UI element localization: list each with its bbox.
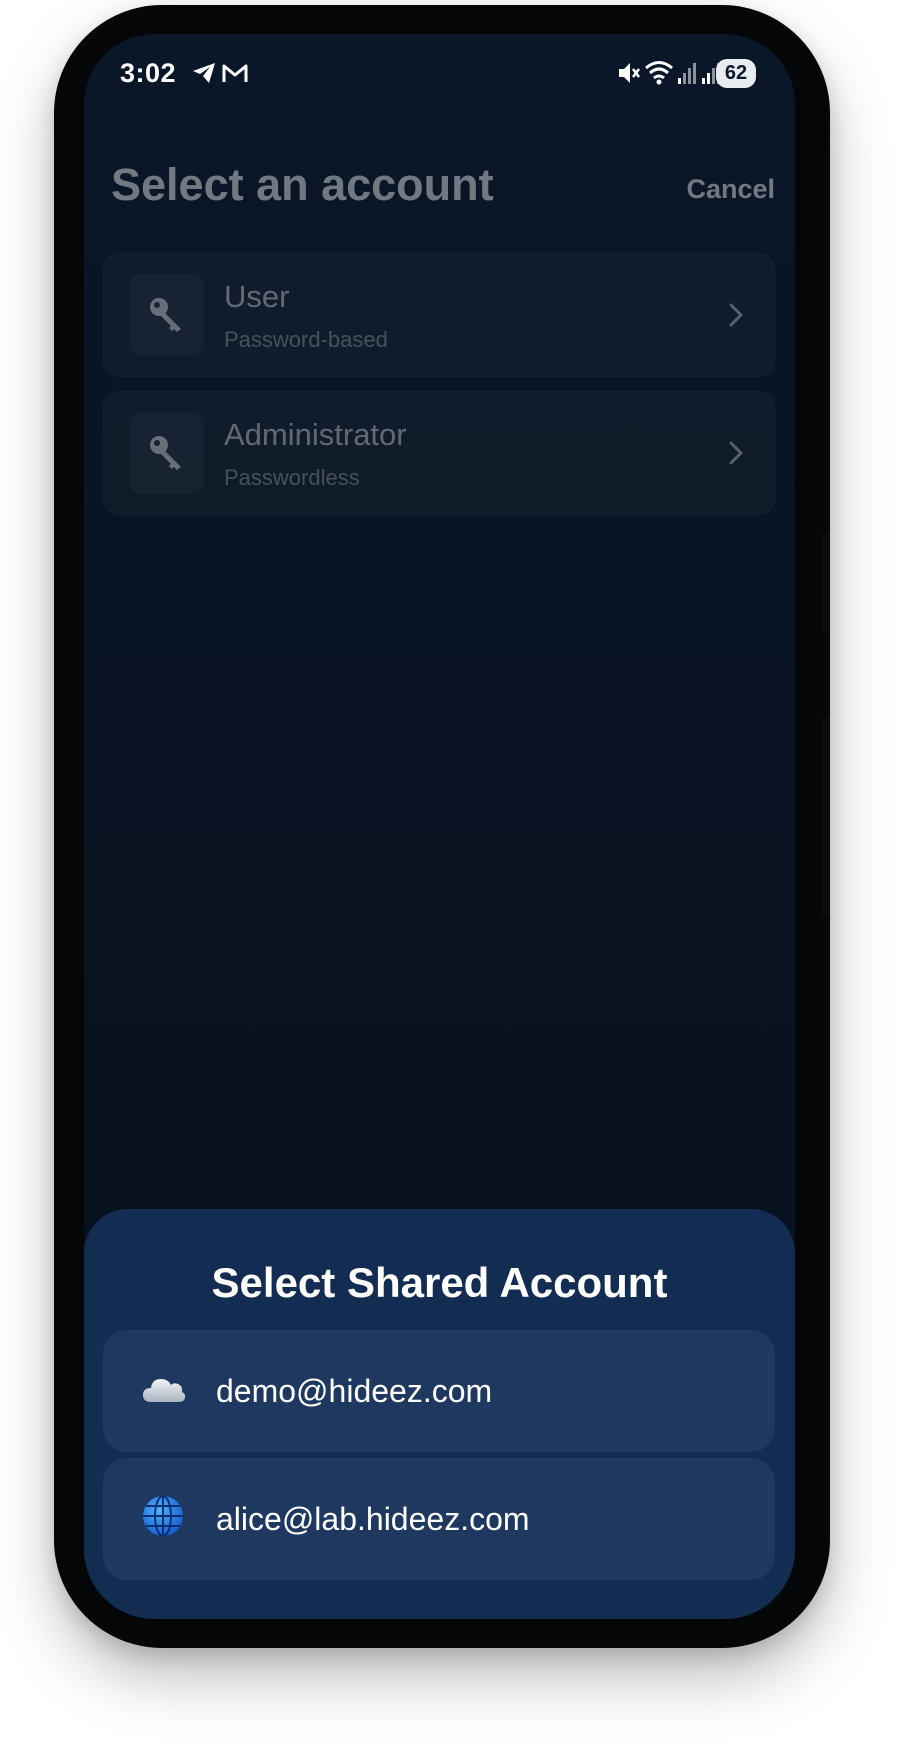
chevron-right-icon xyxy=(729,441,743,465)
wifi-icon xyxy=(645,61,673,85)
page-title: Select an account xyxy=(111,159,494,210)
shared-account-sheet: Select Shared Account demo@hideez.com al… xyxy=(84,1209,795,1619)
shared-account-item-demo[interactable]: demo@hideez.com xyxy=(103,1330,775,1452)
account-type: Passwordless xyxy=(224,465,360,490)
globe-icon xyxy=(143,1495,183,1537)
chevron-right-icon xyxy=(729,303,743,327)
phone-side-button xyxy=(822,532,830,632)
cancel-button[interactable]: Cancel xyxy=(686,174,775,205)
account-type: Password-based xyxy=(224,327,388,352)
account-name: Administrator xyxy=(224,417,407,452)
key-icon-container xyxy=(130,412,204,494)
mute-icon xyxy=(619,63,640,83)
key-icon xyxy=(150,436,181,470)
battery-indicator: 62 xyxy=(716,59,756,88)
shared-account-email: demo@hideez.com xyxy=(216,1373,493,1409)
sheet-title: Select Shared Account xyxy=(211,1259,668,1306)
key-icon-container xyxy=(130,274,204,356)
status-bar: 3:02 62 xyxy=(84,34,795,104)
phone-volume-button xyxy=(822,716,830,918)
screen: 3:02 62 Select an account Cancel User Pa… xyxy=(84,34,795,1619)
telegram-icon xyxy=(193,63,215,83)
shared-account-email: alice@lab.hideez.com xyxy=(216,1501,530,1537)
key-icon xyxy=(150,298,181,332)
account-name: User xyxy=(224,279,290,314)
shared-account-item-alice[interactable]: alice@lab.hideez.com xyxy=(103,1458,775,1580)
account-item-user[interactable]: User Password-based xyxy=(103,253,775,377)
signal-icon xyxy=(678,63,696,84)
gmail-icon xyxy=(222,64,248,82)
status-time: 3:02 xyxy=(120,58,177,88)
account-item-administrator[interactable]: Administrator Passwordless xyxy=(103,391,775,515)
cloud-icon xyxy=(143,1379,186,1402)
